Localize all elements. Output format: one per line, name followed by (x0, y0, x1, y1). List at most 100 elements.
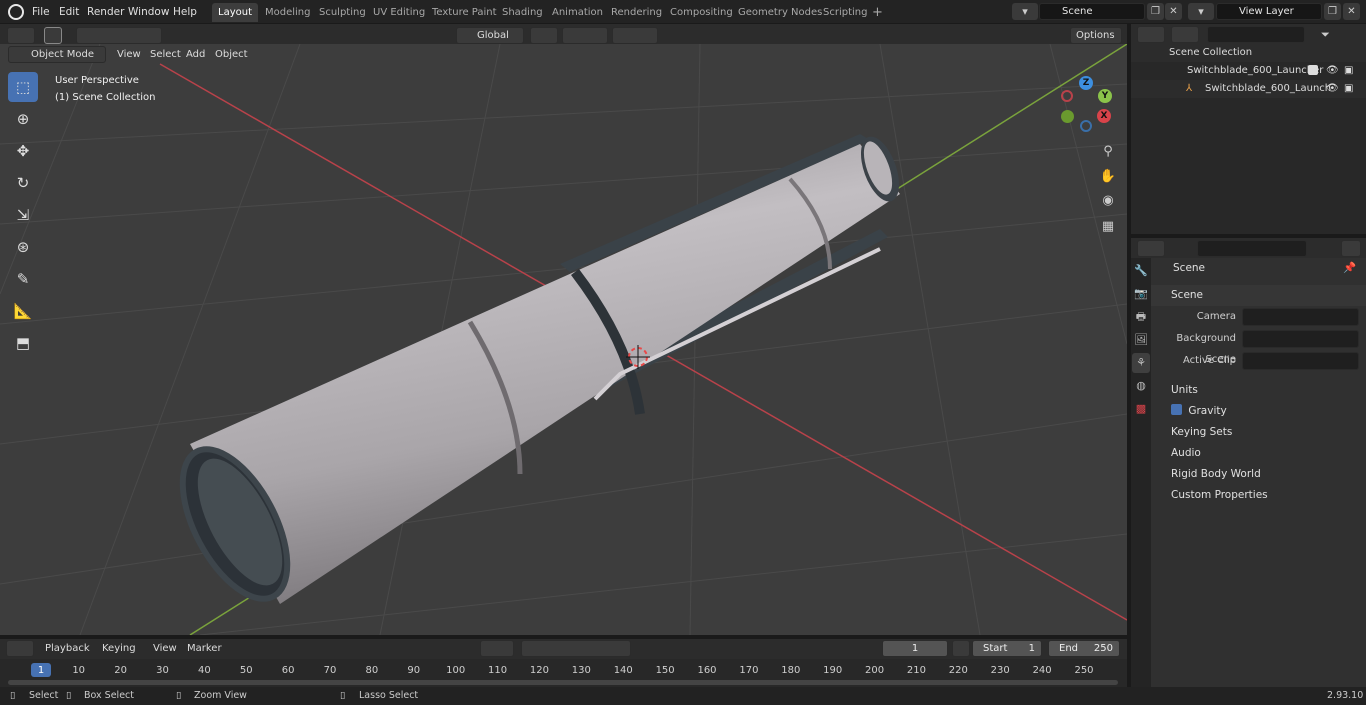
gizmo-z-icon[interactable]: Z (1079, 76, 1093, 90)
transform-tool-icon[interactable]: ⊛ (8, 232, 38, 262)
preview-range-icon[interactable] (952, 640, 970, 657)
measure-tool-icon[interactable]: 📐 (8, 296, 38, 326)
menu-select[interactable]: Select (145, 46, 186, 63)
pan-hand-icon[interactable]: ✋ (1097, 166, 1119, 188)
tab-rendering[interactable]: Rendering (605, 3, 668, 22)
scene-field[interactable]: Scene (1039, 3, 1145, 20)
navigation-gizmo[interactable]: Z Y X (1057, 76, 1121, 140)
annotate-tool-icon[interactable]: ✎ (8, 264, 38, 294)
display-mode-icon[interactable] (1171, 26, 1199, 43)
tab-uv-editing[interactable]: UV Editing (367, 3, 431, 22)
gizmo-y-icon[interactable]: Y (1098, 89, 1112, 103)
rigid-body-world-panel[interactable]: Rigid Body World (1151, 464, 1366, 485)
start-frame-field[interactable]: Start 1 (972, 640, 1042, 657)
scale-tool-icon[interactable]: ⇲ (8, 200, 38, 230)
texture-tab-icon[interactable]: ▩ (1132, 399, 1150, 419)
scene-selector-icon[interactable]: ▾ (1012, 3, 1038, 20)
marker-menu[interactable]: Marker (182, 640, 227, 657)
menu-window[interactable]: Window (124, 0, 173, 24)
delete-scene-icon[interactable]: ✕ (1165, 3, 1182, 20)
background-scene-field[interactable] (1242, 330, 1359, 348)
outliner-collection-row[interactable]: Switchblade_600_Launcher 👁 ▣ (1131, 62, 1366, 80)
collection-checkbox-icon[interactable] (1308, 65, 1318, 75)
keying-menu[interactable]: Keying (97, 640, 141, 657)
menu-help[interactable]: Help (169, 0, 201, 24)
camera-view-icon[interactable]: ◉ (1097, 190, 1119, 212)
timeline-view-menu[interactable]: View (148, 640, 182, 657)
scene-tab-icon[interactable]: ⚘ (1132, 353, 1150, 373)
properties-options-icon[interactable] (1341, 240, 1361, 257)
camera-field[interactable] (1242, 308, 1359, 326)
gizmo-x-icon[interactable]: X (1097, 109, 1111, 123)
tool-tab-icon[interactable]: 🔧 (1132, 261, 1150, 281)
properties-editor-type-icon[interactable] (1137, 240, 1165, 257)
select-box-tool-icon[interactable]: ⬚ (8, 72, 38, 102)
cursor-tool-icon[interactable]: ⊕ (8, 104, 38, 134)
object-render-camera-icon[interactable]: ▣ (1344, 80, 1353, 98)
add-cube-tool-icon[interactable]: ⬒ (8, 328, 38, 358)
scene-panel-header[interactable]: Scene (1151, 285, 1366, 306)
menu-view[interactable]: View (112, 46, 146, 63)
copy-view-layer-icon[interactable]: ❐ (1324, 3, 1341, 20)
properties-search-input[interactable] (1197, 240, 1307, 257)
tab-layout[interactable]: Layout (212, 3, 258, 22)
custom-properties-panel[interactable]: Custom Properties (1151, 485, 1366, 506)
snap-icon[interactable] (562, 27, 608, 44)
timeline-editor-type-icon[interactable] (6, 640, 34, 657)
audio-panel[interactable]: Audio (1151, 443, 1366, 464)
keying-sets-panel[interactable]: Keying Sets (1151, 422, 1366, 443)
tab-shading[interactable]: Shading (496, 3, 549, 22)
menu-file[interactable]: File (28, 0, 54, 24)
tab-animation[interactable]: Animation (546, 3, 609, 22)
render-tab-icon[interactable]: 📷 (1132, 284, 1150, 304)
record-icon[interactable] (480, 640, 514, 657)
tab-sculpting[interactable]: Sculpting (313, 3, 372, 22)
selection-mode-icons[interactable] (76, 27, 162, 44)
add-workspace-icon[interactable]: + (866, 3, 889, 22)
rotate-tool-icon[interactable]: ↻ (8, 168, 38, 198)
menu-render[interactable]: Render (83, 0, 128, 24)
units-panel[interactable]: Units (1151, 380, 1366, 401)
gizmo-neg-y-icon[interactable] (1061, 110, 1074, 123)
blender-logo-icon[interactable] (8, 4, 24, 20)
zoom-icon[interactable]: ⚲ (1097, 141, 1119, 163)
gizmo-neg-z-icon[interactable] (1080, 120, 1092, 132)
options-dropdown[interactable]: Options (1070, 27, 1122, 44)
mode-dropdown[interactable]: Object Mode (8, 46, 106, 63)
3d-viewport[interactable]: User Perspective (1) Scene Collection Z … (0, 44, 1127, 635)
tab-geometry-nodes[interactable]: Geometry Nodes (732, 3, 828, 22)
tab-scripting[interactable]: Scripting (817, 3, 873, 22)
view-layer-field[interactable]: View Layer (1216, 3, 1322, 20)
active-clip-field[interactable] (1242, 352, 1359, 370)
visibility-eye-icon[interactable]: 👁 (1326, 62, 1339, 80)
pivot-icon[interactable] (530, 27, 558, 44)
filter-icon[interactable]: ⏷ (1321, 28, 1330, 42)
copy-scene-icon[interactable]: ❐ (1147, 3, 1164, 20)
end-frame-field[interactable]: End 250 (1048, 640, 1120, 657)
gravity-panel[interactable]: Gravity (1151, 401, 1366, 422)
view-layer-selector-icon[interactable]: ▾ (1188, 3, 1214, 20)
render-camera-icon[interactable]: ▣ (1344, 62, 1353, 80)
outliner-object-row[interactable]: ⅄ Switchblade_600_Launch 👁 ▣ (1131, 80, 1366, 98)
tab-modeling[interactable]: Modeling (259, 3, 317, 22)
tab-texture-paint[interactable]: Texture Paint (426, 3, 503, 22)
select-tool-icon[interactable] (44, 27, 62, 44)
object-visibility-eye-icon[interactable]: 👁 (1326, 80, 1339, 98)
playback-menu[interactable]: Playback (40, 640, 95, 657)
perspective-toggle-icon[interactable]: ▦ (1097, 216, 1119, 238)
timeline-scrollbar[interactable] (8, 680, 1118, 685)
editor-type-icon[interactable] (7, 27, 35, 44)
current-frame-field[interactable]: 1 (882, 640, 948, 657)
menu-add[interactable]: Add (181, 46, 210, 63)
output-tab-icon[interactable]: 🖶 (1132, 307, 1150, 327)
orientation-dropdown[interactable]: Global (456, 27, 524, 44)
outliner-scene-collection[interactable]: Scene Collection (1131, 44, 1366, 62)
proportional-edit-icon[interactable] (612, 27, 658, 44)
outliner-search-input[interactable] (1207, 26, 1305, 43)
view-layer-tab-icon[interactable]: 🖼 (1132, 330, 1150, 350)
playback-controls-icon[interactable] (521, 640, 631, 657)
pin-icon[interactable]: 📌 (1343, 258, 1356, 279)
gizmo-neg-x-icon[interactable] (1061, 90, 1073, 102)
move-tool-icon[interactable]: ✥ (8, 136, 38, 166)
world-tab-icon[interactable]: ◍ (1132, 376, 1150, 396)
